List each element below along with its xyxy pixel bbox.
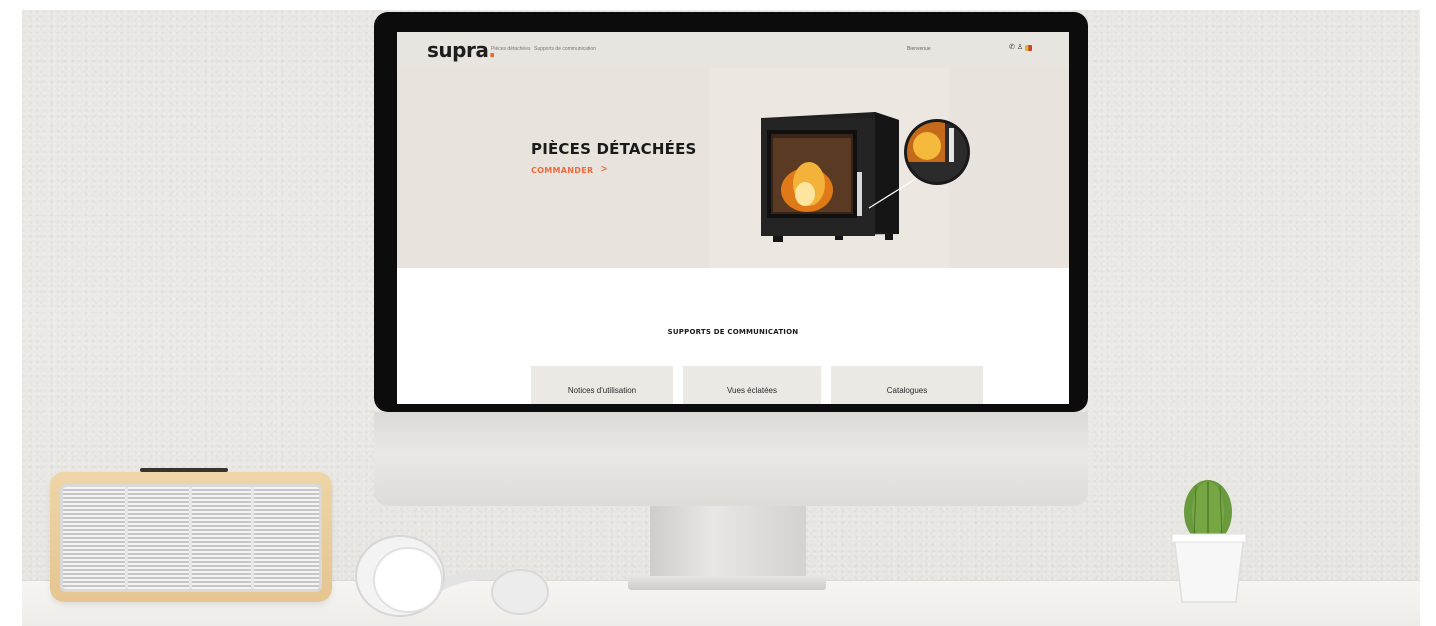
site-logo[interactable]: supra. bbox=[427, 38, 496, 62]
communication-cards: Notices d'utilisation Vues éclatées Cata… bbox=[531, 366, 983, 404]
wooden-radio bbox=[50, 472, 332, 602]
hero-banner: PIÈCES DÉTACHÉES COMMANDER > bbox=[397, 68, 1069, 268]
cactus-plant bbox=[1171, 480, 1247, 603]
nav-link-supports[interactable]: Supports de communication bbox=[534, 46, 596, 52]
nav-link-pieces[interactable]: Pièces détachées bbox=[491, 46, 530, 52]
stove-image bbox=[761, 112, 970, 242]
headphones bbox=[355, 535, 549, 617]
card-notices[interactable]: Notices d'utilisation bbox=[531, 366, 673, 404]
site-header: supra. Pièces détachées Supports de comm… bbox=[397, 32, 1069, 68]
welcome-text: Bienvenue bbox=[907, 46, 931, 52]
website-screen: supra. Pièces détachées Supports de comm… bbox=[397, 32, 1069, 404]
monitor-stand bbox=[650, 506, 806, 586]
chevron-right-icon[interactable]: > bbox=[601, 164, 607, 175]
monitor-stand-base bbox=[628, 576, 826, 590]
card-exploded-views[interactable]: Vues éclatées bbox=[683, 366, 821, 404]
header-icons: ✆ ♙ bbox=[1009, 44, 1033, 52]
monitor-chin bbox=[374, 412, 1088, 506]
phone-icon[interactable]: ✆ bbox=[1009, 44, 1015, 52]
section-title: SUPPORTS DE COMMUNICATION bbox=[667, 328, 799, 336]
order-link[interactable]: COMMANDER bbox=[531, 166, 593, 175]
hero-title: PIÈCES DÉTACHÉES bbox=[531, 140, 697, 158]
radio-grille bbox=[60, 484, 322, 592]
user-icon[interactable]: ♙ bbox=[1017, 44, 1023, 52]
flag-icon[interactable] bbox=[1025, 45, 1033, 51]
card-catalogues[interactable]: Catalogues bbox=[831, 366, 983, 404]
